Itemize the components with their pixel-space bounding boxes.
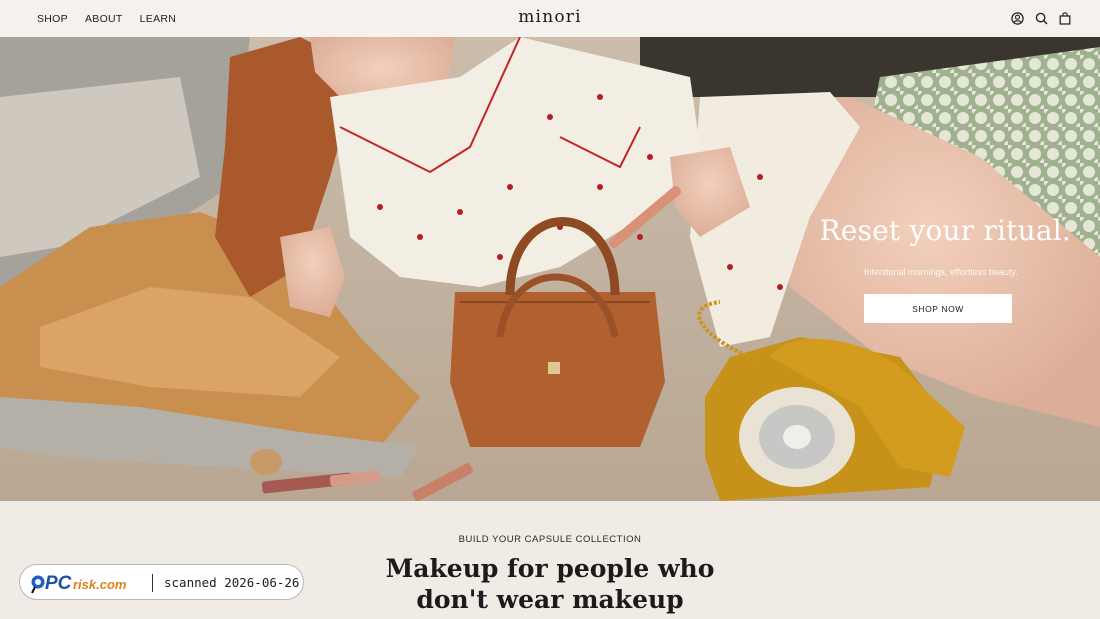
badge-divider [152,574,153,592]
cart-icon[interactable] [1058,10,1072,26]
shop-now-button[interactable]: SHOP NOW [864,294,1012,323]
svg-text:PC: PC [45,573,72,594]
header-icons [1010,10,1072,26]
svg-text:risk.com: risk.com [73,577,127,592]
scan-date-text: scanned 2026-06-26 [164,575,300,590]
pcrisk-logo: PC risk.com [31,573,127,594]
site-logo[interactable]: minori [0,7,1100,27]
account-icon[interactable] [1010,10,1024,26]
search-icon[interactable] [1034,10,1048,26]
hero-subtitle: Intentional mornings, effortless beauty. [864,267,1018,277]
capsule-section: BUILD YOUR CAPSULE COLLECTION Makeup for… [0,501,1100,619]
hero-title: Reset your ritual. [819,214,1071,247]
scan-watermark-badge: PC risk.com scanned 2026-06-26 [19,564,304,600]
hero-banner: Reset your ritual. Intentional mornings,… [0,37,1100,501]
site-header: SHOP ABOUT LEARN minori [0,0,1100,37]
section-eyebrow: BUILD YOUR CAPSULE COLLECTION [458,534,642,545]
section-headline: Makeup for people who don't wear makeup [385,554,715,614]
